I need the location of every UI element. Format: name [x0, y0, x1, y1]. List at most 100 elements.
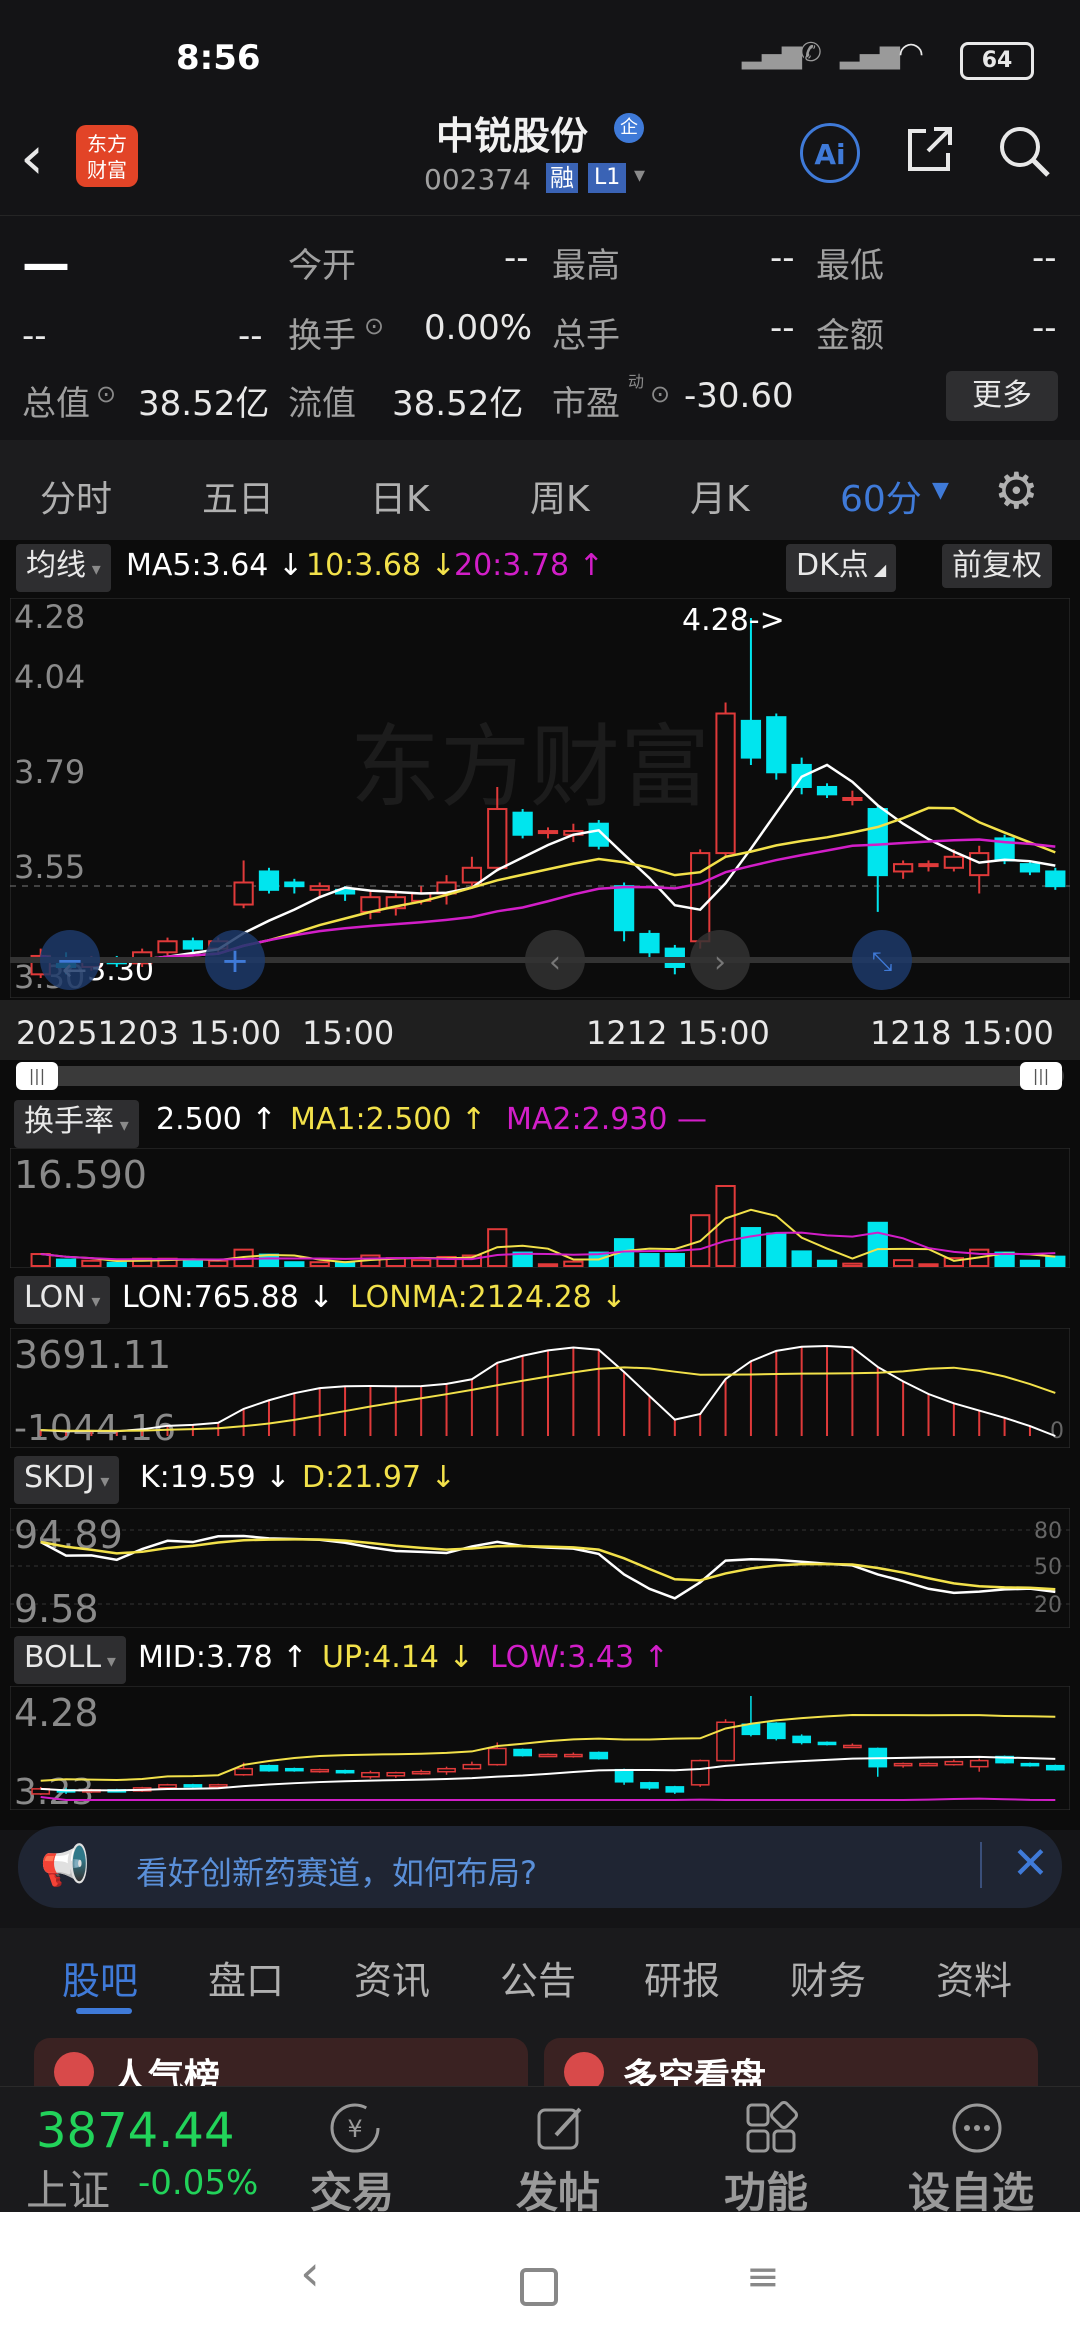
level-dropdown-icon[interactable]: ▾	[634, 163, 645, 188]
index-change[interactable]: -0.05%	[138, 2163, 258, 2203]
x-label: 1212 15:00	[586, 1014, 770, 1052]
functions-label[interactable]: 功能	[724, 2159, 808, 2220]
add-watchlist-icon[interactable]	[950, 2101, 1004, 2155]
turnover-bar	[664, 1253, 685, 1268]
turnover-bar	[867, 1221, 888, 1267]
x-label: 15:00	[302, 1014, 395, 1052]
long-short-icon	[564, 2052, 604, 2086]
tab-news[interactable]: 资讯	[354, 1950, 430, 2005]
tab-daily-k[interactable]: 日K	[370, 470, 430, 522]
ma20-text: 20:3.78	[454, 548, 570, 583]
candle-body	[233, 881, 254, 906]
nav-back-icon[interactable]: ‹	[300, 2244, 320, 2302]
nav-menu-icon[interactable]: ≡	[746, 2254, 780, 2300]
x-axis: 20251203 15:00 15:00 1212 15:00 1218 15:…	[0, 1000, 1080, 1060]
boll-candle-body	[766, 1722, 786, 1740]
tab-guba[interactable]: 股吧	[62, 1950, 138, 2005]
signal-icon: ▂▄▆	[742, 40, 802, 70]
lon-top-label: 3691.11	[14, 1333, 171, 1377]
boll-candle-body	[614, 1768, 634, 1783]
share-icon[interactable]	[904, 123, 956, 175]
level-badge[interactable]: L1	[588, 163, 627, 193]
lonma-value: LONMA:2124.28 ↓	[350, 1280, 627, 1315]
info-icon[interactable]: ⊙	[96, 380, 116, 408]
boll-indicator-select[interactable]: BOLL ▾	[14, 1636, 126, 1684]
market-cap-value: 38.52亿	[138, 384, 270, 424]
turnover-chart[interactable]: 16.590	[10, 1148, 1070, 1268]
trade-icon[interactable]: ¥	[328, 2101, 382, 2155]
open-label: 今开	[288, 246, 356, 286]
boll-mid-text: MID:3.78	[138, 1640, 273, 1675]
info-icon[interactable]: ⊙	[364, 312, 384, 340]
lon-chart[interactable]: 3691.11 -1044.16 0	[10, 1328, 1070, 1448]
turnover-ma2: MA2:2.930 —	[506, 1102, 708, 1137]
functions-icon[interactable]	[744, 2101, 798, 2155]
post-label[interactable]: 发帖	[516, 2159, 600, 2220]
trade-label[interactable]: 交易	[310, 2159, 394, 2220]
boll-candle-body	[589, 1751, 609, 1760]
boll-chart[interactable]: 4.28 3.23	[10, 1686, 1070, 1810]
tab-pankou[interactable]: 盘口	[208, 1950, 284, 2005]
candle-body	[258, 870, 280, 891]
notice-divider	[980, 1842, 982, 1888]
gear-icon[interactable]: ⚙	[994, 462, 1039, 520]
turnover-indicator-select[interactable]: 换手率 ▾	[14, 1100, 139, 1148]
turnover-value: 0.00%	[424, 308, 533, 348]
open-value: --	[504, 238, 529, 278]
skdj-chart[interactable]: 80 50 20 94.89 9.58	[10, 1508, 1070, 1628]
skdj-indicator-select[interactable]: SKDJ ▾	[14, 1456, 120, 1504]
indicator-select[interactable]: 均线 ▾	[16, 544, 111, 592]
y-label: 4.04	[14, 658, 85, 696]
tab-five-day[interactable]: 五日	[202, 470, 274, 522]
y-label: 4.28	[14, 598, 85, 636]
index-name[interactable]: 上证	[26, 2157, 110, 2218]
skdj-top-label: 94.89	[14, 1513, 123, 1557]
search-icon[interactable]	[996, 123, 1052, 179]
notice-text[interactable]: 看好创新药赛道，如何布局?	[136, 1848, 537, 1894]
add-watchlist-label[interactable]: 设自选	[908, 2159, 1034, 2220]
lon-indicator-select[interactable]: LON ▾	[14, 1276, 111, 1324]
tab-research[interactable]: 研报	[644, 1950, 720, 2005]
turnover-ma2-text: MA2:2.930	[506, 1102, 668, 1137]
dk-point-button[interactable]: DK点 ◢	[786, 544, 897, 592]
tab-announcements[interactable]: 公告	[500, 1950, 576, 2005]
turnover-bar	[816, 1259, 838, 1267]
skdj-d-text: D:21.97	[302, 1460, 422, 1495]
info-icon[interactable]: ⊙	[650, 380, 670, 408]
notice-banner[interactable]: 📢 看好创新药赛道，如何布局? ✕	[18, 1826, 1062, 1908]
megaphone-icon: 📢	[40, 1843, 90, 1889]
tab-60min[interactable]: 60分	[840, 470, 922, 522]
tab-weekly-k[interactable]: 周K	[530, 470, 590, 522]
candle-body	[918, 863, 939, 868]
nav-home-icon[interactable]	[520, 2268, 558, 2306]
price-change: --	[22, 316, 47, 356]
index-value[interactable]: 3874.44	[36, 2103, 235, 2159]
adjust-select[interactable]: 前复权	[942, 544, 1052, 588]
turnover-bar	[81, 1259, 102, 1267]
status-bar: 8:56 ▂▄▆ ✆ ▂▄▆ ◠ 64	[0, 0, 1080, 110]
candle-body	[690, 852, 711, 943]
candle-body	[766, 716, 787, 774]
tab-intraday[interactable]: 分时	[40, 470, 112, 522]
range-handle-left[interactable]: |||	[16, 1062, 58, 1090]
range-handle-right[interactable]: |||	[1020, 1062, 1062, 1090]
watermark: 东方财富	[350, 715, 710, 820]
candle-body	[969, 852, 990, 877]
candlestick-chart[interactable]: 东方财富 4.28 4.04 3.79 3.55 3.30 4.28-> ←3.…	[10, 598, 1070, 998]
close-icon[interactable]: ✕	[1012, 1838, 1049, 1889]
ai-button[interactable]: Ai	[800, 123, 860, 183]
turnover-name: 换手率	[24, 1104, 114, 1139]
tab-monthly-k[interactable]: 月K	[690, 470, 750, 522]
range-slider[interactable]	[16, 1066, 1064, 1086]
turnover-bar	[740, 1227, 762, 1267]
post-icon[interactable]	[534, 2101, 588, 2155]
tab-finance[interactable]: 财务	[790, 1950, 866, 2005]
popularity-card[interactable]: 人气榜	[34, 2038, 528, 2086]
more-button[interactable]: 更多	[946, 371, 1058, 421]
long-short-card[interactable]: 多空看盘	[544, 2038, 1038, 2086]
tab-profile[interactable]: 资料	[936, 1950, 1012, 2005]
boll-up-text: UP:4.14	[322, 1640, 439, 1675]
boll-candle-body	[361, 1771, 380, 1778]
back-icon[interactable]: ‹	[20, 123, 44, 193]
chevron-down-icon[interactable]: ▼	[932, 478, 949, 503]
